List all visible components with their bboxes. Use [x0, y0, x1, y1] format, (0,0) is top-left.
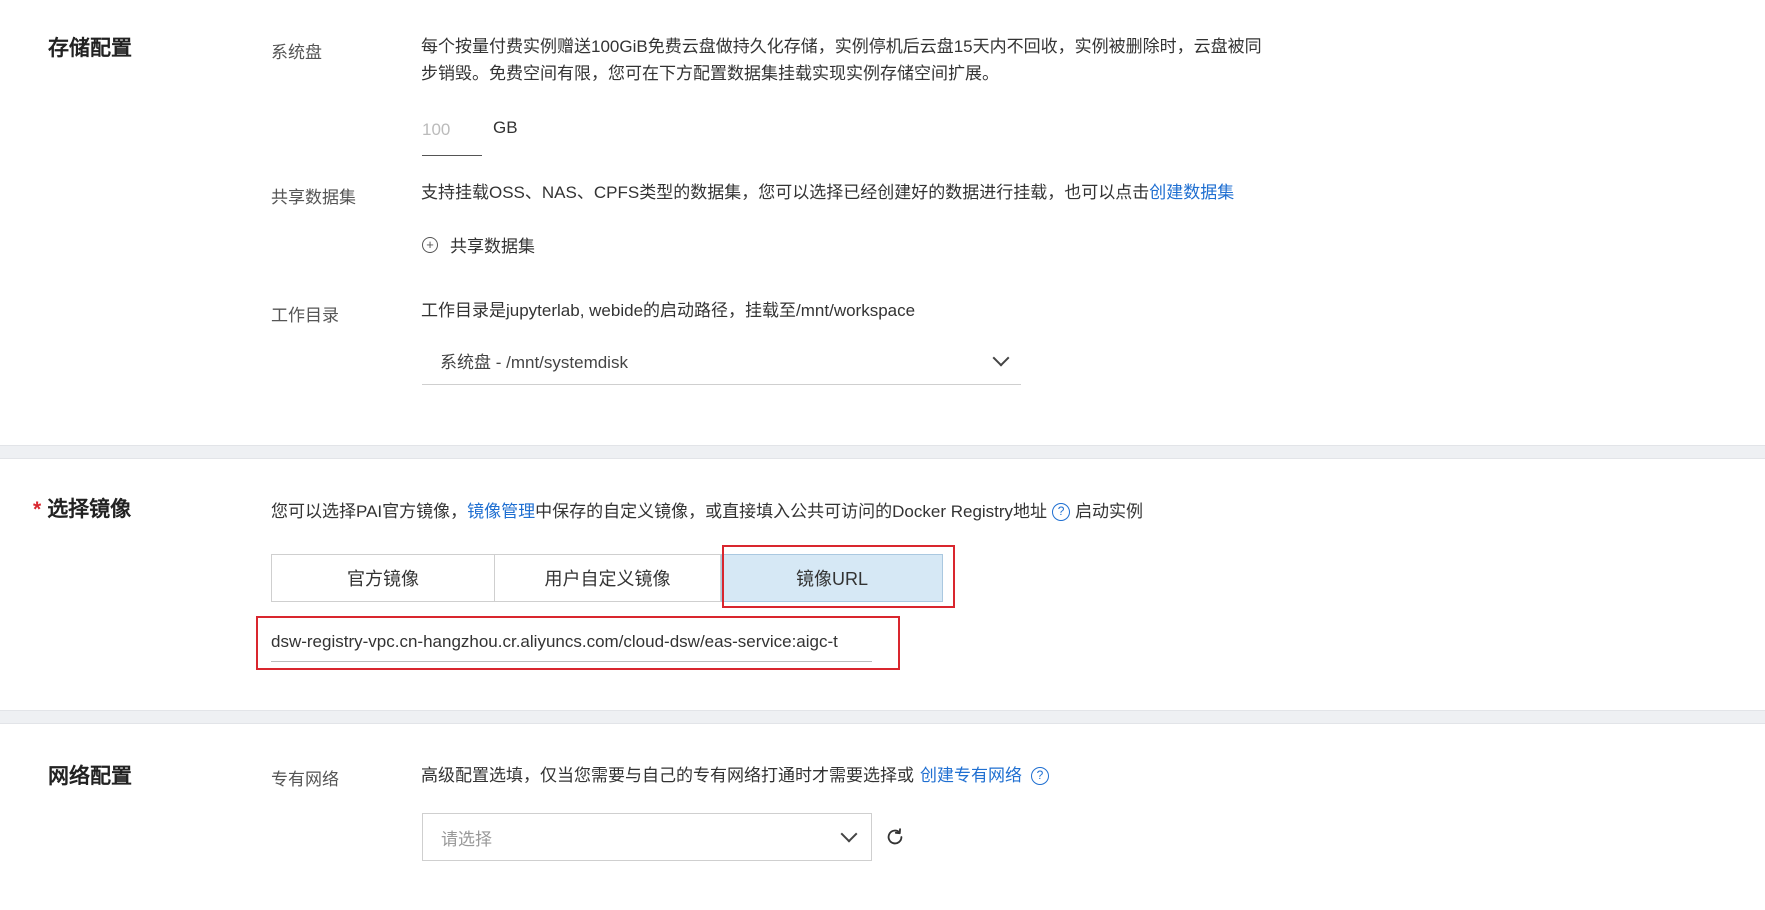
help-icon[interactable]: ?	[1031, 766, 1049, 785]
tab-custom-image[interactable]: 用户自定义镜像	[495, 554, 721, 602]
image-management-link[interactable]: 镜像管理	[467, 498, 535, 525]
system-disk-size-input[interactable]: 100	[422, 106, 482, 156]
chevron-down-icon	[992, 349, 1010, 366]
system-disk-description-line1: 每个按量付费实例赠送100GiB免费云盘做持久化存储，实例停机后云盘15天内不回…	[421, 37, 1262, 56]
refresh-icon	[887, 828, 903, 845]
system-disk-label: 系统盘	[271, 43, 322, 62]
image-section-heading: * 选择镜像	[33, 493, 131, 523]
image-description-suffix: 中保存的自定义镜像，或直接填入公共可访问的Docker Registry地址	[535, 502, 1048, 521]
system-disk-description-line2: 步销毁。免费空间有限，您可在下方配置数据集挂载实现实例存储空间扩展。	[421, 64, 999, 83]
system-disk-size-unit: GB	[493, 118, 518, 137]
shared-dataset-label: 共享数据集	[271, 188, 356, 207]
network-section-title: 网络配置	[48, 765, 132, 788]
storage-section-title: 存储配置	[48, 37, 132, 60]
shared-dataset-description-text: 支持挂载OSS、NAS、CPFS类型的数据集，您可以选择已经创建好的数据进行挂载…	[421, 183, 1150, 202]
add-shared-dataset-label: 共享数据集	[450, 237, 535, 256]
vpc-description: 高级配置选填，仅当您需要与自己的专有网络打通时才需要选择或 创建专有网络 ?	[421, 762, 1049, 789]
vpc-select-placeholder: 请选择	[441, 829, 492, 849]
image-description: 您可以选择PAI官方镜像， 镜像管理 中保存的自定义镜像，或直接填入公共可访问的…	[271, 498, 1143, 525]
required-mark: *	[33, 498, 42, 521]
work-dir-select[interactable]: 系统盘 - /mnt/systemdisk	[422, 337, 1021, 385]
add-shared-dataset-button[interactable]: + 共享数据集	[422, 232, 535, 257]
work-dir-label: 工作目录	[271, 306, 339, 325]
vpc-select[interactable]: 请选择	[422, 813, 872, 861]
work-dir-selected-value: 系统盘 - /mnt/systemdisk	[440, 353, 628, 372]
section-divider	[0, 710, 1765, 724]
chevron-down-icon	[840, 825, 858, 843]
image-section-title: 选择镜像	[47, 498, 132, 521]
create-dataset-link[interactable]: 创建数据集	[1149, 183, 1234, 202]
highlight-box-image-url-input	[256, 616, 900, 670]
work-dir-description: 工作目录是jupyterlab, webide的启动路径，挂载至/mnt/wor…	[421, 301, 916, 320]
tab-official-image[interactable]: 官方镜像	[271, 554, 495, 602]
vpc-description-text: 高级配置选填，仅当您需要与自己的专有网络打通时才需要选择或	[421, 766, 914, 785]
system-disk-description: 每个按量付费实例赠送100GiB免费云盘做持久化存储，实例停机后云盘15天内不回…	[421, 33, 1321, 87]
refresh-button[interactable]	[884, 826, 906, 853]
plus-circle-icon: +	[422, 236, 438, 253]
image-description-tail: 启动实例	[1075, 502, 1144, 521]
highlight-box-image-url-tab	[722, 545, 955, 608]
help-icon[interactable]: ?	[1052, 502, 1071, 521]
vpc-label: 专有网络	[271, 770, 339, 789]
create-vpc-link[interactable]: 创建专有网络	[920, 762, 1022, 789]
image-description-prefix: 您可以选择PAI官方镜像，	[271, 502, 468, 521]
section-divider	[0, 445, 1765, 459]
shared-dataset-description: 支持挂载OSS、NAS、CPFS类型的数据集，您可以选择已经创建好的数据进行挂载…	[421, 179, 1234, 206]
